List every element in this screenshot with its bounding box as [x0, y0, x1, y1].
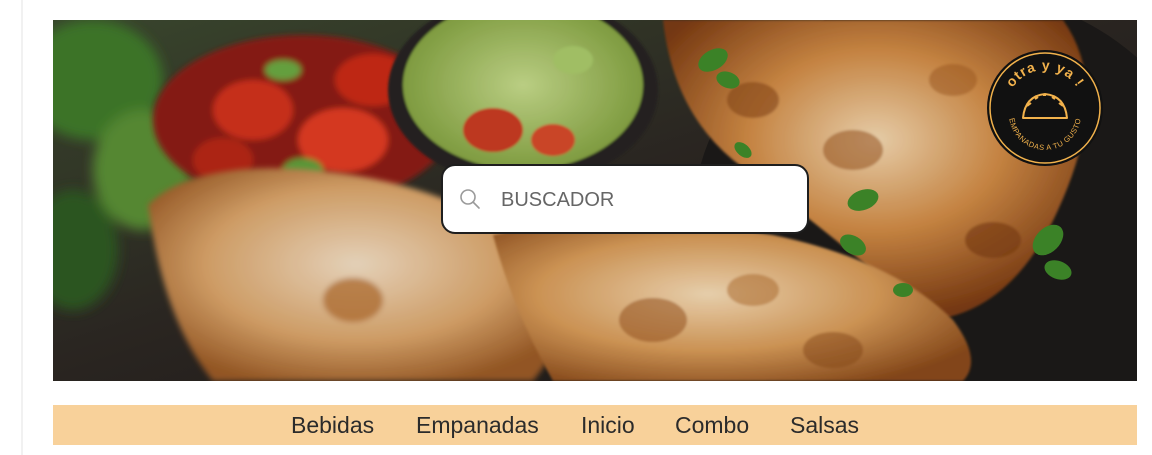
left-divider [21, 0, 23, 455]
nav-item-bebidas[interactable]: Bebidas [291, 412, 374, 439]
nav-item-inicio[interactable]: Inicio [581, 412, 635, 439]
search-input[interactable] [501, 184, 791, 216]
search-box[interactable] [441, 164, 809, 234]
nav-item-salsas[interactable]: Salsas [790, 412, 859, 439]
page: otra y ya ! EMPANADAS A TU GUSTO Bebidas… [0, 0, 1152, 455]
nav-item-combo[interactable]: Combo [675, 412, 749, 439]
search-icon [460, 189, 480, 209]
main-nav: Bebidas Empanadas Inicio Combo Salsas [53, 405, 1137, 445]
hero-banner: otra y ya ! EMPANADAS A TU GUSTO [53, 20, 1137, 381]
nav-item-empanadas[interactable]: Empanadas [416, 412, 539, 439]
brand-logo: otra y ya ! EMPANADAS A TU GUSTO [987, 50, 1103, 166]
